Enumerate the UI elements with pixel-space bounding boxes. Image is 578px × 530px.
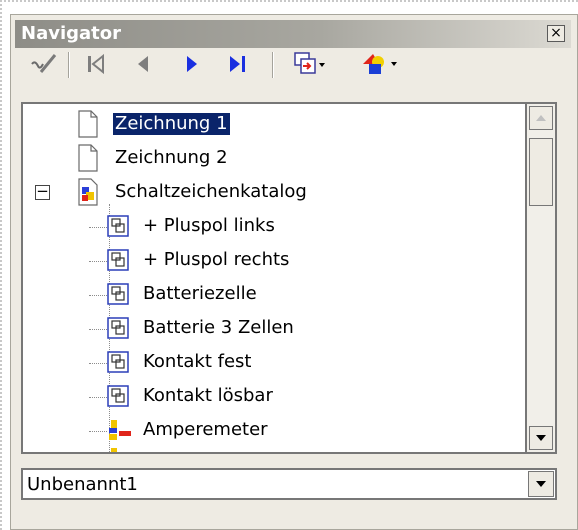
last-page-button[interactable] [222, 46, 254, 82]
collapse-toggle[interactable]: − [35, 182, 50, 200]
shape-group-icon [107, 215, 129, 237]
document-shapes-icon [363, 54, 397, 74]
shape-group-icon [107, 317, 129, 339]
tree-scrollbar[interactable] [527, 102, 557, 454]
window-title: Navigator [21, 23, 121, 44]
tree-item[interactable]: Kontakt fest [23, 346, 523, 380]
drag-mode-icon [294, 52, 325, 74]
tree-connector [89, 261, 107, 262]
navigator-toolbar [18, 46, 518, 82]
shapes-icon [109, 420, 131, 440]
tree-item[interactable]: Zeichnung 1 [23, 108, 523, 142]
page-guide-top [0, 0, 578, 2]
shape-group-icon [107, 385, 129, 407]
title-bar[interactable]: Navigator × [15, 20, 571, 48]
tree-item[interactable]: Batteriezelle [23, 278, 523, 312]
draw-document-icon [78, 178, 98, 206]
tree-item-label: + Pluspol rechts [143, 249, 290, 270]
tree-item-label: Batterie 3 Zellen [143, 317, 294, 338]
shapes-pointer-icon [31, 54, 57, 73]
arrow-up-icon [536, 115, 546, 121]
tree-item[interactable]: Kontakt lösbar [23, 380, 523, 414]
shape-group-icon [107, 249, 129, 271]
drag-mode-button[interactable] [282, 46, 338, 82]
close-button[interactable]: × [547, 25, 565, 42]
minus-icon: − [36, 182, 49, 200]
tree-connector [89, 397, 107, 398]
toolbar-separator [68, 52, 70, 78]
tree-item[interactable]: Zeichnung 2 [23, 142, 523, 176]
page-icon [78, 144, 98, 172]
tree-item-partial [23, 448, 523, 452]
tree-item-label: Schaltzeichenkatalog [115, 181, 307, 202]
document-select[interactable]: Unbenannt1 [21, 468, 557, 500]
document-shapes-button[interactable] [348, 46, 410, 82]
tree-item-label: Amperemeter [143, 419, 268, 440]
shapes-icon [111, 448, 117, 452]
navigator-tree[interactable]: Zeichnung 1 Zeichnung 2 − Schaltzeichenk… [21, 102, 527, 454]
tree-connector [89, 431, 107, 432]
tree-item[interactable]: Batterie 3 Zellen [23, 312, 523, 346]
next-page-button[interactable] [176, 46, 208, 82]
scroll-up-button[interactable] [529, 106, 553, 130]
first-page-button[interactable] [80, 46, 112, 82]
tree-item-label: + Pluspol links [143, 215, 275, 236]
document-select-value: Unbenannt1 [27, 474, 138, 495]
shape-group-icon [107, 351, 129, 373]
previous-page-button[interactable] [128, 46, 160, 82]
tree-connector [89, 227, 107, 228]
tree-connector [89, 329, 107, 330]
tree-item[interactable]: + Pluspol rechts [23, 244, 523, 278]
tree-item-label: Batteriezelle [143, 283, 257, 304]
close-icon: × [550, 25, 562, 41]
tree-connector [89, 295, 107, 296]
tree-item-label: Zeichnung 2 [115, 147, 228, 168]
tree-item[interactable]: − Schaltzeichenkatalog [23, 176, 523, 210]
tree-item[interactable]: + Pluspol links [23, 210, 523, 244]
first-page-icon [88, 53, 104, 75]
page-guide-left [0, 0, 2, 530]
scroll-thumb[interactable] [529, 138, 553, 206]
arrow-down-icon [536, 435, 546, 441]
tree-item[interactable]: Amperemeter [23, 414, 523, 448]
scroll-down-button[interactable] [529, 426, 553, 450]
toolbar-separator [272, 52, 274, 78]
previous-page-icon [138, 56, 148, 72]
tree-item-label: Zeichnung 1 [113, 113, 230, 135]
shapes-pointer-button[interactable] [26, 46, 62, 82]
last-page-icon [230, 56, 245, 72]
next-page-icon [187, 56, 197, 72]
dropdown-button[interactable] [528, 471, 554, 497]
tree-item-label: Kontakt fest [143, 351, 252, 372]
tree-item-label: Kontakt lösbar [143, 385, 273, 406]
tree-connector [89, 363, 107, 364]
page-icon [78, 110, 98, 138]
shape-group-icon [107, 283, 129, 305]
chevron-down-icon [536, 481, 546, 487]
